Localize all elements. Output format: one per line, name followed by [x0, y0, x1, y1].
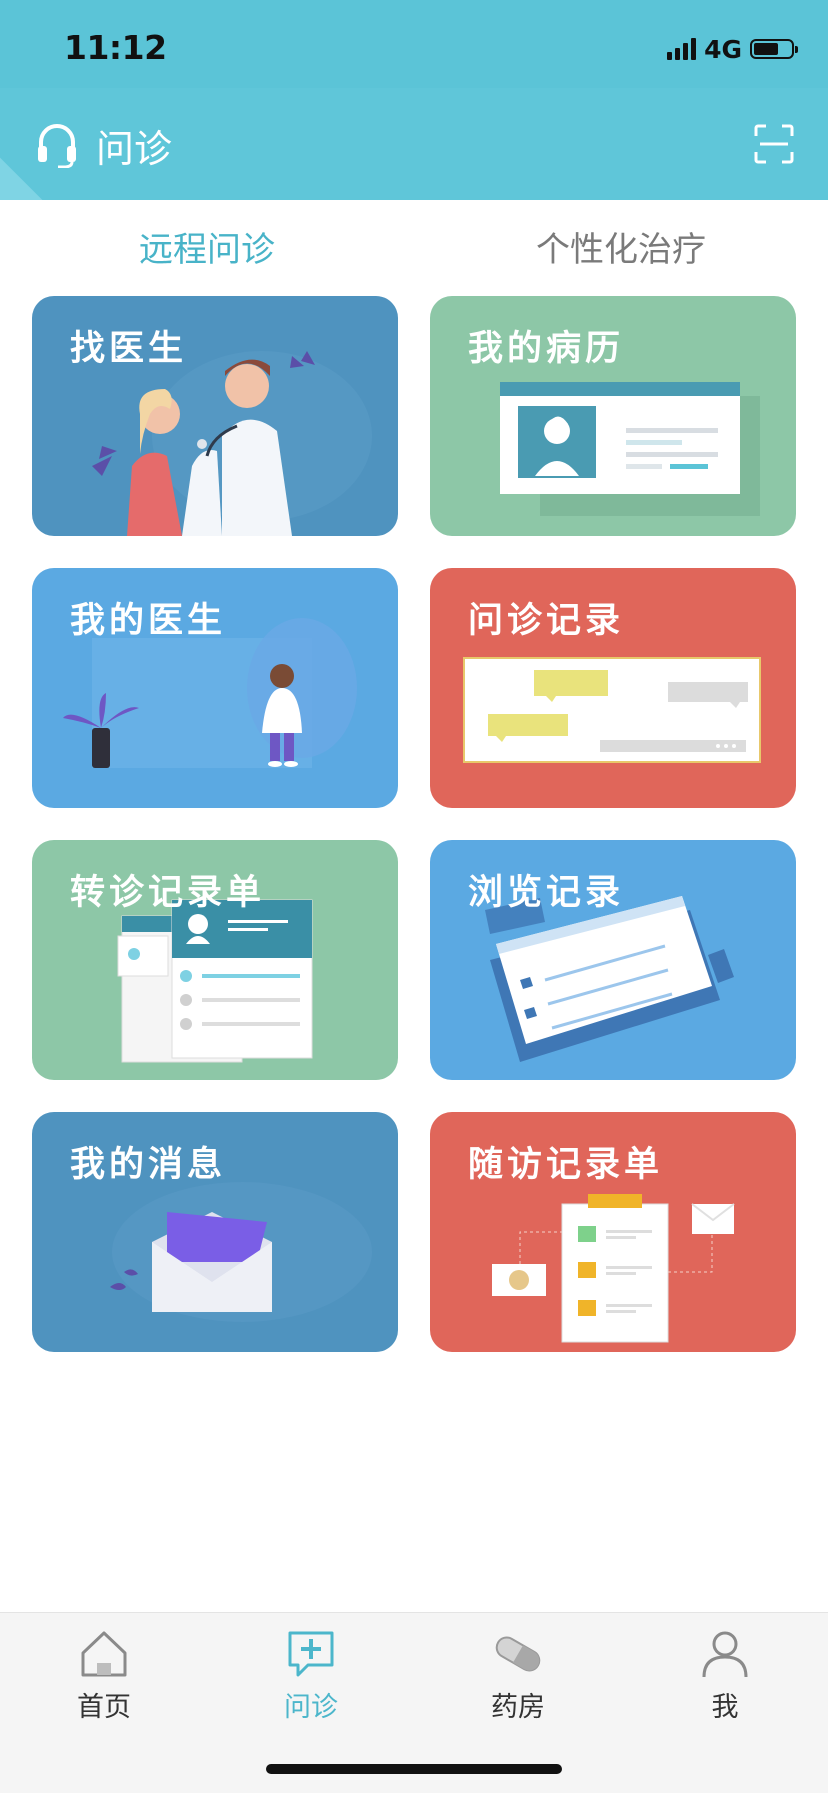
tab-bar: 远程问诊 个性化治疗: [0, 200, 828, 292]
card-label: 我的医生: [70, 601, 227, 641]
headset-icon: [38, 124, 76, 168]
status-time: 11:12: [64, 28, 167, 67]
pill-icon: [495, 1636, 541, 1672]
app-header: 问诊: [0, 88, 828, 200]
nav-pharmacy[interactable]: 药房: [448, 1627, 588, 1724]
card-my-messages[interactable]: 我的消息: [32, 1112, 398, 1352]
card-my-doctor[interactable]: 我的医生: [32, 568, 398, 808]
card-referral-records[interactable]: 转诊记录单: [32, 840, 398, 1080]
nav-me[interactable]: 我: [655, 1627, 795, 1724]
home-icon: [81, 1631, 127, 1677]
card-label: 转诊记录单: [70, 873, 266, 913]
nav-home[interactable]: 首页: [34, 1627, 174, 1724]
card-find-doctor[interactable]: 找医生: [32, 296, 398, 536]
network-label: 4G: [704, 34, 742, 64]
card-consult-records[interactable]: 问诊记录: [430, 568, 796, 808]
user-icon: [702, 1631, 748, 1678]
card-label: 找医生: [70, 329, 188, 369]
tab-remote-consult[interactable]: 远程问诊: [0, 222, 414, 271]
card-label: 我的消息: [70, 1145, 227, 1185]
scan-icon[interactable]: [754, 124, 794, 164]
status-indicators: 4G: [667, 34, 798, 64]
nav-pharmacy-label: 药房: [491, 1692, 545, 1723]
home-indicator: [266, 1764, 562, 1774]
card-label: 我的病历: [468, 329, 625, 369]
card-label: 浏览记录: [468, 873, 625, 913]
status-bar: 11:12 4G: [0, 0, 828, 88]
battery-icon: [750, 39, 798, 59]
nav-consult-label: 问诊: [284, 1692, 338, 1723]
nav-consult[interactable]: 问诊: [241, 1627, 381, 1724]
nav-home-label: 首页: [77, 1692, 131, 1723]
nav-me-label: 我: [711, 1692, 739, 1723]
card-label: 随访记录单: [468, 1145, 664, 1185]
card-label: 问诊记录: [468, 601, 625, 641]
card-browse-history[interactable]: 浏览记录: [430, 840, 796, 1080]
card-followup-records[interactable]: 随访记录单: [430, 1112, 796, 1352]
signal-icon: [667, 38, 697, 60]
card-my-records[interactable]: 我的病历: [430, 296, 796, 536]
page-title: 问诊: [96, 127, 173, 171]
tab-personalized-treatment[interactable]: 个性化治疗: [414, 222, 828, 271]
consult-icon: [288, 1631, 334, 1677]
